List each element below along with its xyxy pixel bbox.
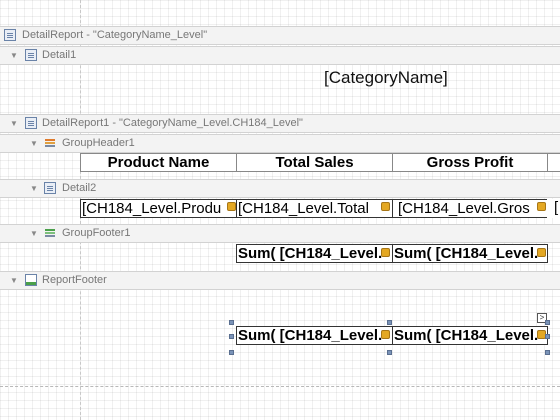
resize-handle[interactable] (387, 350, 392, 355)
group-footer-sum-total[interactable]: Sum( [CH184_Level. (236, 244, 393, 263)
detail-cell-overflow[interactable]: [ (547, 199, 560, 218)
collapse-toggle-icon[interactable]: ▼ (29, 180, 39, 197)
report-icon (44, 182, 56, 194)
header-cell-total-sales[interactable]: Total Sales (236, 153, 393, 172)
collapse-toggle-icon[interactable]: ▼ (9, 47, 19, 64)
smart-tag-icon[interactable] (381, 248, 390, 257)
resize-handle[interactable] (229, 320, 234, 325)
report-footer-icon (25, 274, 37, 286)
band-group-footer1[interactable]: ▼ GroupFooter1 (0, 224, 560, 243)
smart-tag-icon[interactable] (381, 202, 390, 211)
smart-tag-icon[interactable] (537, 248, 546, 257)
resize-handle[interactable] (229, 334, 234, 339)
band-label: ReportFooter (42, 274, 107, 286)
collapse-toggle-icon[interactable]: ▼ (9, 115, 19, 132)
report-footer-sum-gross[interactable]: Sum( [CH184_Level. (392, 326, 548, 345)
bottom-margin-guide (0, 386, 560, 387)
resize-handle[interactable] (545, 334, 550, 339)
band-detail1[interactable]: ▼ Detail1 (0, 46, 560, 65)
resize-handle[interactable] (545, 320, 550, 325)
header-cell-product-name[interactable]: Product Name (80, 153, 237, 172)
band-detail2[interactable]: ▼ Detail2 (0, 179, 560, 198)
header-cell-overflow[interactable] (547, 153, 560, 172)
group-header-icon (44, 137, 56, 149)
collapse-toggle-icon[interactable]: ▼ (29, 225, 39, 242)
resize-handle[interactable] (545, 350, 550, 355)
band-label: DetailReport1 - "CategoryName_Level.CH18… (42, 117, 303, 129)
header-cell-gross-profit[interactable]: Gross Profit (392, 153, 548, 172)
detail-cell-gross[interactable]: [CH184_Level.Gros (392, 199, 548, 218)
resize-handle[interactable] (387, 320, 392, 325)
band-label: GroupHeader1 (62, 137, 135, 149)
group-footer-icon (44, 227, 56, 239)
band-label: Detail2 (62, 182, 97, 194)
smart-tag-icon[interactable] (381, 330, 390, 339)
collapse-toggle-icon[interactable]: ▼ (9, 272, 19, 289)
band-label: Detail1 (42, 49, 77, 61)
band-label: GroupFooter1 (62, 227, 131, 239)
report-icon (25, 117, 37, 129)
band-label: DetailReport - "CategoryName_Level" (22, 29, 208, 41)
group-footer-sum-gross[interactable]: Sum( [CH184_Level. (392, 244, 548, 263)
band-detail-report1[interactable]: ▼ DetailReport1 - "CategoryName_Level.CH… (0, 114, 560, 133)
band-group-header1[interactable]: ▼ GroupHeader1 (0, 134, 560, 153)
resize-handle[interactable] (229, 350, 234, 355)
report-icon (4, 29, 16, 41)
band-report-footer[interactable]: ▼ ReportFooter (0, 271, 560, 290)
detail-cell-total[interactable]: [CH184_Level.Total (236, 199, 393, 218)
smart-tag-icon[interactable] (227, 202, 236, 211)
category-name-field[interactable]: [CategoryName] (324, 68, 448, 88)
band-detail-report[interactable]: DetailReport - "CategoryName_Level" (0, 26, 560, 45)
smart-tag-icon[interactable] (537, 202, 546, 211)
report-footer-sum-total[interactable]: Sum( [CH184_Level. (236, 326, 393, 345)
collapse-toggle-icon[interactable]: ▼ (29, 135, 39, 152)
report-icon (25, 49, 37, 61)
detail-cell-product[interactable]: [CH184_Level.Produ (80, 199, 237, 218)
